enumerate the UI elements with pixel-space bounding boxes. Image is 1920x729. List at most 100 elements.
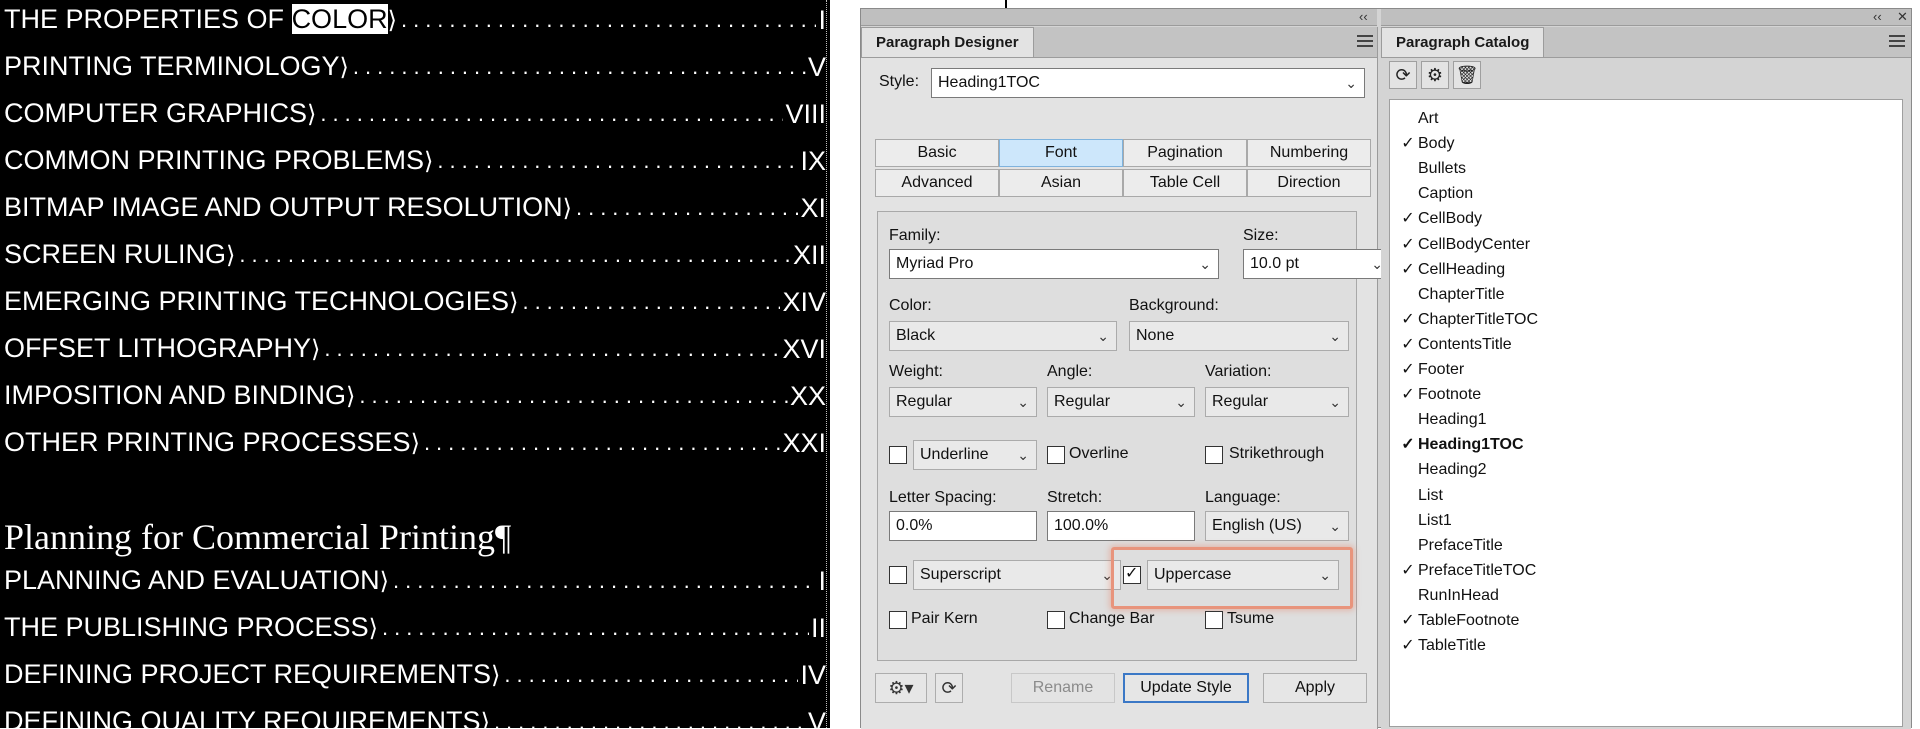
toc-entry[interactable]: OTHER PRINTING PROCESSES⟩...............…	[4, 423, 826, 463]
tab-basic[interactable]: Basic	[875, 139, 999, 167]
variation-dropdown[interactable]: Regular ⌄	[1205, 387, 1349, 417]
catalog-item[interactable]: Bullets	[1390, 156, 1902, 181]
panel-menu-icon[interactable]	[1889, 35, 1905, 47]
letter-spacing-input[interactable]: 0.0%	[889, 511, 1037, 541]
tab-font[interactable]: Font	[999, 139, 1123, 167]
catalog-item[interactable]: Art	[1390, 106, 1902, 131]
close-icon[interactable]: ✕	[1897, 9, 1908, 25]
pair-kern-checkbox[interactable]	[889, 611, 907, 629]
catalog-item[interactable]: ChapterTitle	[1390, 282, 1902, 307]
catalog-item[interactable]: ✓ Heading1TOC	[1390, 432, 1902, 457]
collapse-panel-button[interactable]: ‹‹	[1359, 9, 1368, 25]
document-page[interactable]: THE PROPERTIES OF COLOR⟩................…	[0, 0, 830, 728]
catalog-item[interactable]: List	[1390, 483, 1902, 508]
language-dropdown[interactable]: English (US) ⌄	[1205, 511, 1349, 541]
toc-entry[interactable]: BITMAP IMAGE AND OUTPUT RESOLUTION⟩.....…	[4, 188, 826, 228]
catalog-item[interactable]: ✓ Footnote	[1390, 382, 1902, 407]
refresh-icon[interactable]: ⟳	[935, 673, 963, 703]
strikethrough-checkbox[interactable]	[1205, 446, 1223, 464]
apply-button[interactable]: Apply	[1263, 673, 1367, 703]
toc-entry[interactable]: PRINTING TERMINOLOGY⟩...................…	[4, 47, 826, 87]
change-bar-checkbox[interactable]	[1047, 611, 1065, 629]
family-combobox[interactable]: Myriad Pro ⌄	[889, 249, 1219, 279]
toc-entry[interactable]: DEFINING PROJECT REQUIREMENTS⟩..........…	[4, 655, 826, 695]
catalog-item[interactable]: ✓ TableTitle	[1390, 633, 1902, 658]
collapse-panel-button[interactable]: ‹‹	[1873, 9, 1882, 25]
tsume-checkbox[interactable]	[1205, 611, 1223, 629]
toc-entry[interactable]: SCREEN RULING⟩..........................…	[4, 235, 826, 275]
angle-dropdown[interactable]: Regular ⌄	[1047, 387, 1195, 417]
dot-leader: ........................................…	[522, 289, 780, 314]
rename-button[interactable]: Rename	[1011, 673, 1115, 703]
catalog-item[interactable]: ✓ CellHeading	[1390, 257, 1902, 282]
toc-entry[interactable]: OFFSET LITHOGRAPHY⟩.....................…	[4, 329, 826, 369]
catalog-item[interactable]: List1	[1390, 508, 1902, 533]
refresh-icon[interactable]: ⟳	[1389, 61, 1417, 89]
uppercase-checkbox[interactable]	[1123, 563, 1141, 584]
catalog-item[interactable]: Caption	[1390, 181, 1902, 206]
catalog-item[interactable]: PrefaceTitle	[1390, 533, 1902, 558]
style-combobox[interactable]: Heading1TOC ⌄	[931, 68, 1365, 98]
section-heading[interactable]: Planning for Commercial Printing¶	[4, 516, 511, 558]
toc-page-number: II	[810, 613, 826, 643]
case-value: Uppercase	[1154, 566, 1232, 583]
toc-entry[interactable]: COMPUTER GRAPHICS⟩......................…	[4, 94, 826, 134]
chevron-down-icon[interactable]: ⌄	[1345, 69, 1357, 97]
gear-icon[interactable]: ⚙▾	[875, 673, 927, 703]
tab-paragraph-designer[interactable]: Paragraph Designer	[861, 27, 1034, 57]
catalog-list[interactable]: Art ✓ Body Bullets Caption ✓ CellBody ✓ CellBody…	[1389, 99, 1903, 727]
toc-entry-title: DEFINING PROJECT REQUIREMENTS⟩	[4, 655, 500, 695]
overline-checkbox[interactable]	[1047, 446, 1065, 464]
catalog-item[interactable]: Heading1	[1390, 407, 1902, 432]
toc-entry[interactable]: DEFINING QUALITY REQUIREMENTS⟩..........…	[4, 702, 826, 728]
toc-entry[interactable]: COMMON PRINTING PROBLEMS⟩...............…	[4, 141, 826, 181]
update-style-button[interactable]: Update Style	[1123, 673, 1249, 703]
check-icon: ✓	[1401, 235, 1415, 253]
underline-dropdown[interactable]: Underline ⌄	[913, 440, 1037, 470]
background-dropdown[interactable]: None ⌄	[1129, 321, 1349, 351]
toc-page-number: XI	[800, 193, 826, 223]
weight-dropdown[interactable]: Regular ⌄	[889, 387, 1037, 417]
tsume-label: Tsume	[1227, 610, 1275, 627]
toc-entry[interactable]: EMERGING PRINTING TECHNOLOGIES⟩.........…	[4, 282, 826, 322]
tab-numbering[interactable]: Numbering	[1247, 139, 1371, 167]
chevron-down-icon[interactable]: ⌄	[1199, 250, 1211, 278]
toc-entry-title: BITMAP IMAGE AND OUTPUT RESOLUTION⟩	[4, 188, 572, 228]
gear-icon[interactable]: ⚙	[1421, 61, 1449, 89]
catalog-item[interactable]: ✓ CellBody	[1390, 206, 1902, 231]
toc-entry[interactable]: IMPOSITION AND BINDING⟩.................…	[4, 376, 826, 416]
toc-entry[interactable]: PLANNING AND EVALUATION⟩................…	[4, 561, 826, 601]
tab-asian[interactable]: Asian	[999, 169, 1123, 197]
superscript-dropdown[interactable]: Superscript ⌄	[913, 560, 1121, 590]
catalog-item[interactable]: RunInHead	[1390, 583, 1902, 608]
catalog-item[interactable]: ✓ ChapterTitleTOC	[1390, 307, 1902, 332]
tab-paragraph-catalog[interactable]: Paragraph Catalog	[1381, 27, 1545, 57]
panel-menu-icon[interactable]	[1357, 35, 1373, 47]
case-dropdown[interactable]: Uppercase ⌄	[1147, 560, 1339, 590]
catalog-item[interactable]: ✓ Body	[1390, 131, 1902, 156]
letter-spacing-label: Letter Spacing:	[889, 489, 997, 506]
stretch-input[interactable]: 100.0%	[1047, 511, 1195, 541]
toc-entry[interactable]: THE PROPERTIES OF COLOR⟩................…	[4, 0, 826, 40]
catalog-item-label: Body	[1418, 135, 1455, 153]
catalog-item[interactable]: ✓ TableFootnote	[1390, 608, 1902, 633]
underline-checkbox[interactable]	[889, 446, 907, 464]
tab-advanced[interactable]: Advanced	[875, 169, 999, 197]
toc-entry[interactable]: THE PUBLISHING PROCESS⟩.................…	[4, 608, 826, 648]
catalog-item[interactable]: Heading2	[1390, 457, 1902, 482]
color-dropdown[interactable]: Black ⌄	[889, 321, 1117, 351]
tab-marker-icon: ⟩	[424, 148, 434, 175]
catalog-item[interactable]: ✓ Footer	[1390, 357, 1902, 382]
catalog-item-label: TableTitle	[1418, 637, 1486, 655]
catalog-item[interactable]: ✓ PrefaceTitleTOC	[1390, 558, 1902, 583]
delete-icon[interactable]: 🗑	[1453, 61, 1481, 89]
catalog-item-label: RunInHead	[1418, 586, 1499, 604]
tab-table-cell[interactable]: Table Cell	[1123, 169, 1247, 197]
catalog-item[interactable]: ✓ ContentsTitle	[1390, 332, 1902, 357]
catalog-item[interactable]: ✓ CellBodyCenter	[1390, 232, 1902, 257]
toc-entry-title: COMPUTER GRAPHICS⟩	[4, 94, 316, 134]
tab-direction[interactable]: Direction	[1247, 169, 1371, 197]
size-combobox[interactable]: 10.0 pt ⌄	[1243, 249, 1391, 279]
tab-pagination[interactable]: Pagination	[1123, 139, 1247, 167]
superscript-checkbox[interactable]	[889, 566, 907, 584]
